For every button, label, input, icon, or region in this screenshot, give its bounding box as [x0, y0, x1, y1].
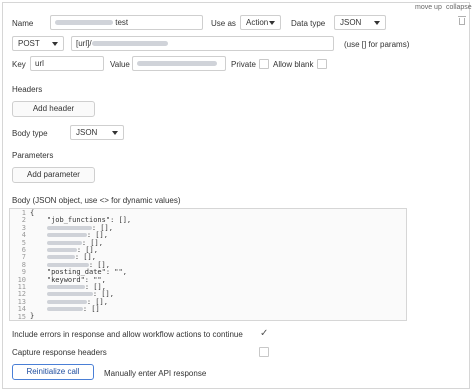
- allow-blank-checkbox[interactable]: [317, 59, 327, 69]
- private-checkbox[interactable]: [259, 59, 269, 69]
- chevron-down-icon: [269, 21, 275, 25]
- redacted-text: [46, 299, 87, 304]
- redacted-text: [46, 292, 93, 297]
- redacted-text: [137, 61, 217, 67]
- redacted-text: [46, 262, 89, 267]
- redacted-text: [46, 240, 82, 245]
- redacted-text: [46, 225, 92, 230]
- manually-enter-link[interactable]: Manually enter API response: [104, 369, 206, 378]
- body-type-label: Body type: [12, 129, 48, 138]
- data-type-label: Data type: [291, 19, 326, 28]
- value-input[interactable]: [132, 56, 226, 71]
- redacted-text: [46, 284, 85, 289]
- body-type-select[interactable]: JSON: [70, 125, 124, 140]
- redacted-text: [46, 247, 77, 252]
- code-line: }: [30, 312, 35, 321]
- move-up-link[interactable]: move up: [415, 4, 442, 11]
- add-header-button[interactable]: Add header: [12, 101, 95, 117]
- add-parameter-button[interactable]: Add parameter: [12, 167, 95, 183]
- key-input[interactable]: url: [30, 56, 104, 71]
- private-label: Private: [231, 60, 256, 69]
- line-numbers: 1 2 3 4 5 6 7 8 9 10 11 12 13 14 15: [10, 209, 26, 321]
- body-label: Body (JSON object, use <> for dynamic va…: [12, 196, 181, 205]
- reinitialize-call-button[interactable]: Reinitialize call: [12, 364, 94, 380]
- capture-headers-label: Capture response headers: [12, 348, 107, 357]
- key-value: url: [35, 59, 44, 68]
- chevron-down-icon: [374, 21, 380, 25]
- body-type-value: JSON: [76, 128, 98, 137]
- use-as-value: Action: [246, 18, 269, 27]
- use-as-select[interactable]: Action: [240, 15, 281, 30]
- line-number: 15: [17, 312, 26, 321]
- redacted-text: [55, 20, 113, 26]
- redacted-text: [46, 255, 75, 260]
- include-errors-label: Include errors in response and allow wor…: [12, 330, 243, 339]
- data-type-select[interactable]: JSON: [334, 15, 386, 30]
- collapse-link[interactable]: collapse: [446, 4, 472, 11]
- key-label: Key: [12, 60, 26, 69]
- method-select[interactable]: POST: [12, 36, 64, 51]
- code-line: : []: [30, 305, 131, 313]
- parameters-label: Parameters: [12, 151, 54, 160]
- trash-icon[interactable]: [458, 16, 466, 25]
- capture-headers-checkbox[interactable]: [259, 347, 269, 357]
- json-body-editor[interactable]: 1 2 3 4 5 6 7 8 9 10 11 12 13 14 15 { "job_functions":…: [9, 208, 407, 321]
- name-label: Name: [12, 19, 34, 28]
- checkmark-icon[interactable]: ✓: [260, 329, 268, 339]
- code-lines: { "job_functions": [], : [], : [], : [],…: [30, 209, 131, 321]
- name-value-suffix: test: [113, 18, 129, 27]
- chevron-down-icon: [52, 42, 58, 46]
- redacted-text: [46, 233, 87, 238]
- allow-blank-label: Allow blank: [273, 60, 314, 69]
- redacted-text: [46, 307, 83, 312]
- headers-label: Headers: [12, 85, 43, 94]
- redacted-text: [91, 41, 168, 47]
- url-prefix: [url]/: [76, 39, 92, 48]
- params-hint: (use [] for params): [344, 40, 410, 49]
- name-input[interactable]: test: [50, 15, 203, 30]
- method-value: POST: [18, 39, 40, 48]
- url-input[interactable]: [url]/: [71, 36, 334, 51]
- chevron-down-icon: [112, 131, 118, 135]
- value-label: Value: [110, 60, 130, 69]
- data-type-value: JSON: [340, 18, 362, 27]
- use-as-label: Use as: [211, 19, 236, 28]
